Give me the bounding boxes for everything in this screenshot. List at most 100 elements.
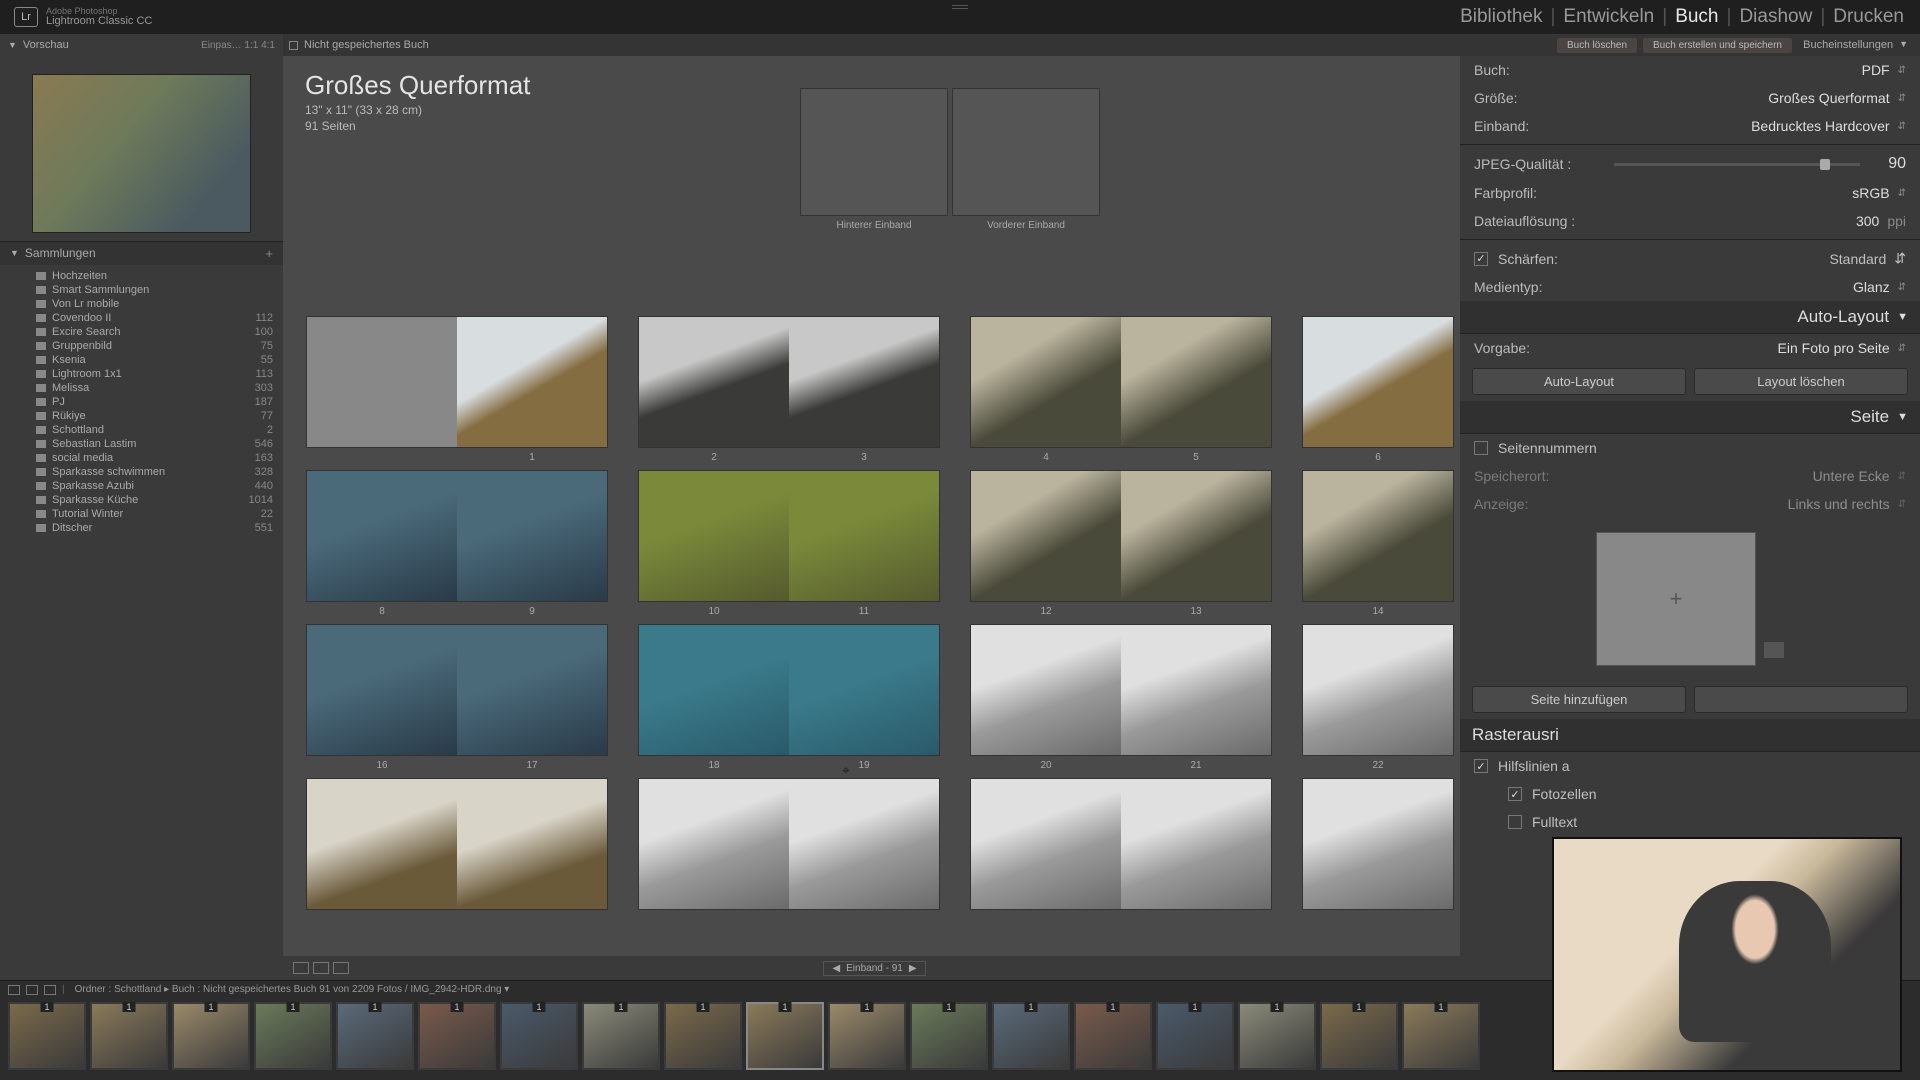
page-spread[interactable]: 19 bbox=[789, 625, 939, 755]
sharpen-select[interactable]: Standard bbox=[1829, 251, 1886, 267]
save-book-button[interactable]: Buch erstellen und speichern bbox=[1643, 38, 1792, 53]
filmstrip-thumb[interactable]: 1 bbox=[1238, 1002, 1316, 1070]
page-grid[interactable]: 1 23 45 6 89 1011 1213 14 1617 1819 2021… bbox=[283, 137, 1460, 956]
page-spread[interactable] bbox=[971, 779, 1121, 909]
filmstrip-path[interactable]: Ordner : Schottland ▸ Buch : Nicht gespe… bbox=[75, 984, 510, 995]
prev-page-icon[interactable]: ◀ bbox=[832, 963, 840, 974]
add-blank-button[interactable] bbox=[1694, 686, 1908, 713]
view-grid-icon[interactable] bbox=[293, 962, 309, 974]
collection-item[interactable]: Rükiye77 bbox=[0, 409, 283, 423]
module-library[interactable]: Bibliothek bbox=[1458, 6, 1544, 28]
page-spread[interactable] bbox=[457, 779, 607, 909]
filmstrip-thumb[interactable]: 1 bbox=[582, 1002, 660, 1070]
collection-item[interactable]: Hochzeiten bbox=[0, 269, 283, 283]
page-spread[interactable]: 8 bbox=[307, 471, 457, 601]
module-develop[interactable]: Entwickeln bbox=[1561, 6, 1656, 28]
module-slideshow[interactable]: Diashow bbox=[1737, 6, 1814, 28]
filmstrip-thumb[interactable]: 1 bbox=[828, 1002, 906, 1070]
collection-item[interactable]: Smart Sammlungen bbox=[0, 283, 283, 297]
filmstrip-thumb[interactable]: 1 bbox=[664, 1002, 742, 1070]
page-template-preview[interactable]: + bbox=[1596, 532, 1756, 666]
jpeg-quality-slider[interactable] bbox=[1614, 163, 1860, 166]
module-book[interactable]: Buch bbox=[1673, 6, 1720, 28]
view-spread-icon[interactable] bbox=[313, 962, 329, 974]
collection-item[interactable]: Covendoo II112 bbox=[0, 311, 283, 325]
mediatype-select[interactable]: Glanz bbox=[1853, 279, 1890, 295]
page-spread[interactable]: 14 bbox=[1303, 471, 1453, 601]
autolayout-header[interactable]: Auto-Layout bbox=[1797, 307, 1889, 327]
fulltext-checkbox[interactable] bbox=[1508, 815, 1522, 829]
collection-item[interactable]: Sparkasse Azubi440 bbox=[0, 479, 283, 493]
guides-checkbox[interactable]: ✓ bbox=[1474, 759, 1488, 773]
clear-layout-button[interactable]: Layout löschen bbox=[1694, 368, 1908, 395]
page-spread[interactable] bbox=[789, 779, 939, 909]
back-cover[interactable] bbox=[800, 88, 948, 216]
survey-icon[interactable] bbox=[44, 985, 56, 995]
collection-item[interactable]: Excire Search100 bbox=[0, 325, 283, 339]
page-spread[interactable]: 17 bbox=[457, 625, 607, 755]
filmstrip-thumb[interactable]: 1 bbox=[90, 1002, 168, 1070]
template-picker-icon[interactable] bbox=[1764, 642, 1784, 658]
compare-icon[interactable] bbox=[26, 985, 38, 995]
chevron-down-icon[interactable]: ▼ bbox=[10, 248, 19, 258]
page-spread[interactable]: 18 bbox=[639, 625, 789, 755]
page-spread[interactable] bbox=[639, 779, 789, 909]
add-collection-icon[interactable]: + bbox=[265, 246, 273, 261]
page-spread[interactable]: 22 bbox=[1303, 625, 1453, 755]
collection-item[interactable]: Ditscher551 bbox=[0, 521, 283, 535]
page-spread[interactable] bbox=[307, 779, 457, 909]
add-page-button[interactable]: Seite hinzufügen bbox=[1472, 686, 1686, 713]
color-profile-select[interactable]: sRGB bbox=[1852, 185, 1889, 201]
page-section-header[interactable]: Seite bbox=[1850, 407, 1889, 427]
collection-item[interactable]: Tutorial Winter22 bbox=[0, 507, 283, 521]
page-spread[interactable]: 21 bbox=[1121, 625, 1271, 755]
collection-item[interactable]: Lightroom 1x1113 bbox=[0, 367, 283, 381]
delete-book-button[interactable]: Buch löschen bbox=[1557, 38, 1637, 53]
filmstrip-thumb[interactable]: 1 bbox=[8, 1002, 86, 1070]
page-spread[interactable]: 2 bbox=[639, 317, 789, 447]
collection-item[interactable]: Sparkasse schwimmen328 bbox=[0, 465, 283, 479]
page-spread[interactable]: 13 bbox=[1121, 471, 1271, 601]
page-spread[interactable]: 1 bbox=[457, 317, 607, 447]
front-cover[interactable] bbox=[952, 88, 1100, 216]
page-navigator[interactable]: ◀ Einband - 91 ▶ bbox=[823, 961, 925, 976]
chevron-down-icon[interactable]: ▼ bbox=[1897, 311, 1908, 323]
collection-item[interactable]: Schottland2 bbox=[0, 423, 283, 437]
pagenumbers-checkbox[interactable] bbox=[1474, 441, 1488, 455]
page-spread[interactable] bbox=[1303, 779, 1453, 909]
filmstrip-thumb[interactable]: 1 bbox=[172, 1002, 250, 1070]
zoom-levels[interactable]: Einpas… 1:1 4:1 bbox=[201, 40, 275, 51]
chevron-down-icon[interactable]: ▼ bbox=[8, 40, 17, 50]
page-spread[interactable]: 12 bbox=[971, 471, 1121, 601]
resolution-value[interactable]: 300 bbox=[1856, 213, 1879, 229]
collection-item[interactable]: PJ187 bbox=[0, 395, 283, 409]
collection-item[interactable]: Sparkasse Küche1014 bbox=[0, 493, 283, 507]
page-spread[interactable]: 20 bbox=[971, 625, 1121, 755]
filmstrip-thumb[interactable]: 1 bbox=[1320, 1002, 1398, 1070]
page-spread[interactable]: 5 bbox=[1121, 317, 1271, 447]
collection-item[interactable]: Ksenia55 bbox=[0, 353, 283, 367]
next-page-icon[interactable]: ▶ bbox=[909, 963, 917, 974]
page-spread[interactable]: 10 bbox=[639, 471, 789, 601]
book-cover-select[interactable]: Bedrucktes Hardcover bbox=[1751, 118, 1890, 134]
filmstrip-thumb[interactable]: 1 bbox=[336, 1002, 414, 1070]
chevron-down-icon[interactable]: ▼ bbox=[1899, 39, 1908, 51]
page-spread[interactable]: 6 bbox=[1303, 317, 1453, 447]
filmstrip-thumb[interactable]: 1 bbox=[992, 1002, 1070, 1070]
page-spread[interactable]: 11 bbox=[789, 471, 939, 601]
module-print[interactable]: Drucken bbox=[1831, 6, 1906, 28]
collection-item[interactable]: Gruppenbild75 bbox=[0, 339, 283, 353]
page-spread[interactable]: 3 bbox=[789, 317, 939, 447]
page-spread[interactable]: 16 bbox=[307, 625, 457, 755]
guides-header[interactable]: Rasterausri bbox=[1472, 725, 1559, 745]
book-format-select[interactable]: PDF bbox=[1862, 62, 1890, 78]
filmstrip-thumb[interactable]: 1 bbox=[746, 1002, 824, 1070]
collection-item[interactable]: Melissa303 bbox=[0, 381, 283, 395]
grid-icon[interactable] bbox=[8, 985, 20, 995]
filmstrip-thumb[interactable]: 1 bbox=[500, 1002, 578, 1070]
page-spread[interactable] bbox=[307, 317, 457, 447]
collection-item[interactable]: Von Lr mobile bbox=[0, 297, 283, 311]
autolayout-button[interactable]: Auto-Layout bbox=[1472, 368, 1686, 395]
photocells-checkbox[interactable]: ✓ bbox=[1508, 787, 1522, 801]
filmstrip-thumb[interactable]: 1 bbox=[1402, 1002, 1480, 1070]
